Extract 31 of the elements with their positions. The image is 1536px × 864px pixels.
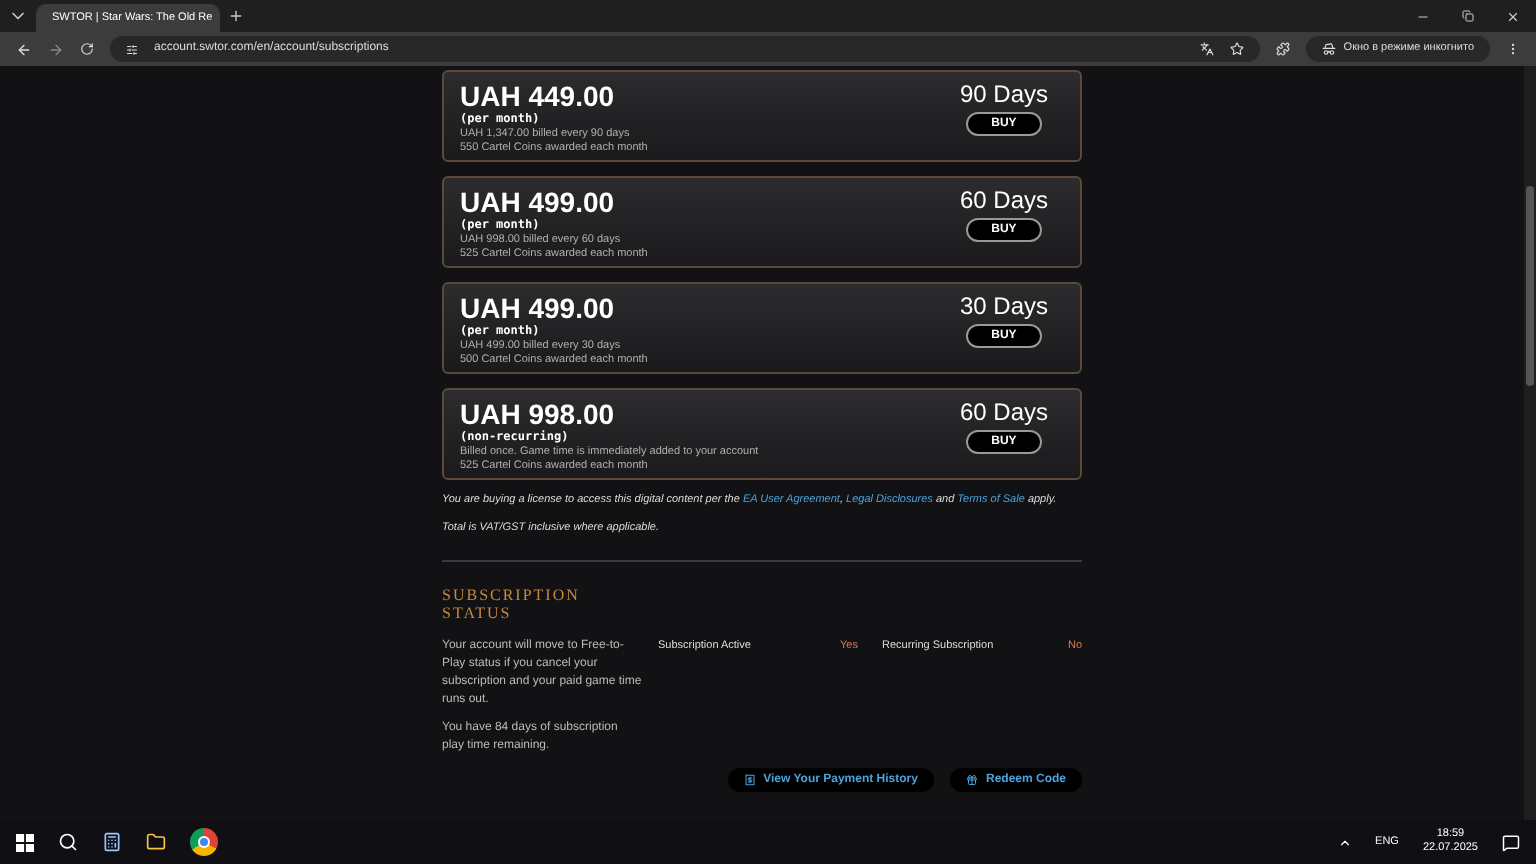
plan-price: UAH 499.00 bbox=[460, 186, 617, 218]
menu-icon[interactable] bbox=[1506, 42, 1520, 56]
restore-icon[interactable] bbox=[1462, 10, 1474, 22]
forward-icon[interactable] bbox=[48, 41, 64, 57]
plan-duration: 90 Days bbox=[959, 80, 1048, 110]
notifications-icon[interactable] bbox=[1502, 833, 1520, 851]
plan-price: UAH 499.00 bbox=[460, 292, 617, 324]
bookmark-star-icon[interactable] bbox=[1229, 42, 1244, 56]
section-title: SUBSCRIPTION STATUS bbox=[442, 586, 582, 623]
scrollbar-thumb[interactable] bbox=[1526, 186, 1534, 386]
incognito-icon bbox=[1321, 42, 1336, 56]
extensions-icon[interactable] bbox=[1275, 42, 1290, 56]
reload-icon[interactable] bbox=[80, 42, 94, 56]
browser-taskbar-icon[interactable] bbox=[190, 828, 218, 856]
windows-logo-icon[interactable] bbox=[16, 833, 34, 851]
receipt-icon bbox=[743, 774, 756, 787]
new-tab-icon[interactable] bbox=[228, 8, 244, 24]
translate-icon[interactable] bbox=[1199, 42, 1214, 56]
search-icon[interactable] bbox=[58, 832, 78, 852]
gift-icon bbox=[965, 774, 978, 787]
plan-duration: 30 Days bbox=[959, 292, 1048, 322]
calculator-icon[interactable] bbox=[102, 832, 122, 852]
tray-expand-icon[interactable] bbox=[1337, 835, 1352, 849]
plan-duration: 60 Days bbox=[959, 398, 1048, 428]
back-icon[interactable] bbox=[16, 41, 32, 57]
plan-duration: 60 Days bbox=[959, 186, 1048, 216]
folder-icon[interactable] bbox=[146, 832, 166, 852]
site-info-icon[interactable] bbox=[126, 43, 138, 55]
plan-price: UAH 449.00 bbox=[460, 80, 617, 112]
close-icon[interactable] bbox=[1506, 9, 1520, 23]
plan-price: UAH 998.00 bbox=[460, 398, 617, 430]
